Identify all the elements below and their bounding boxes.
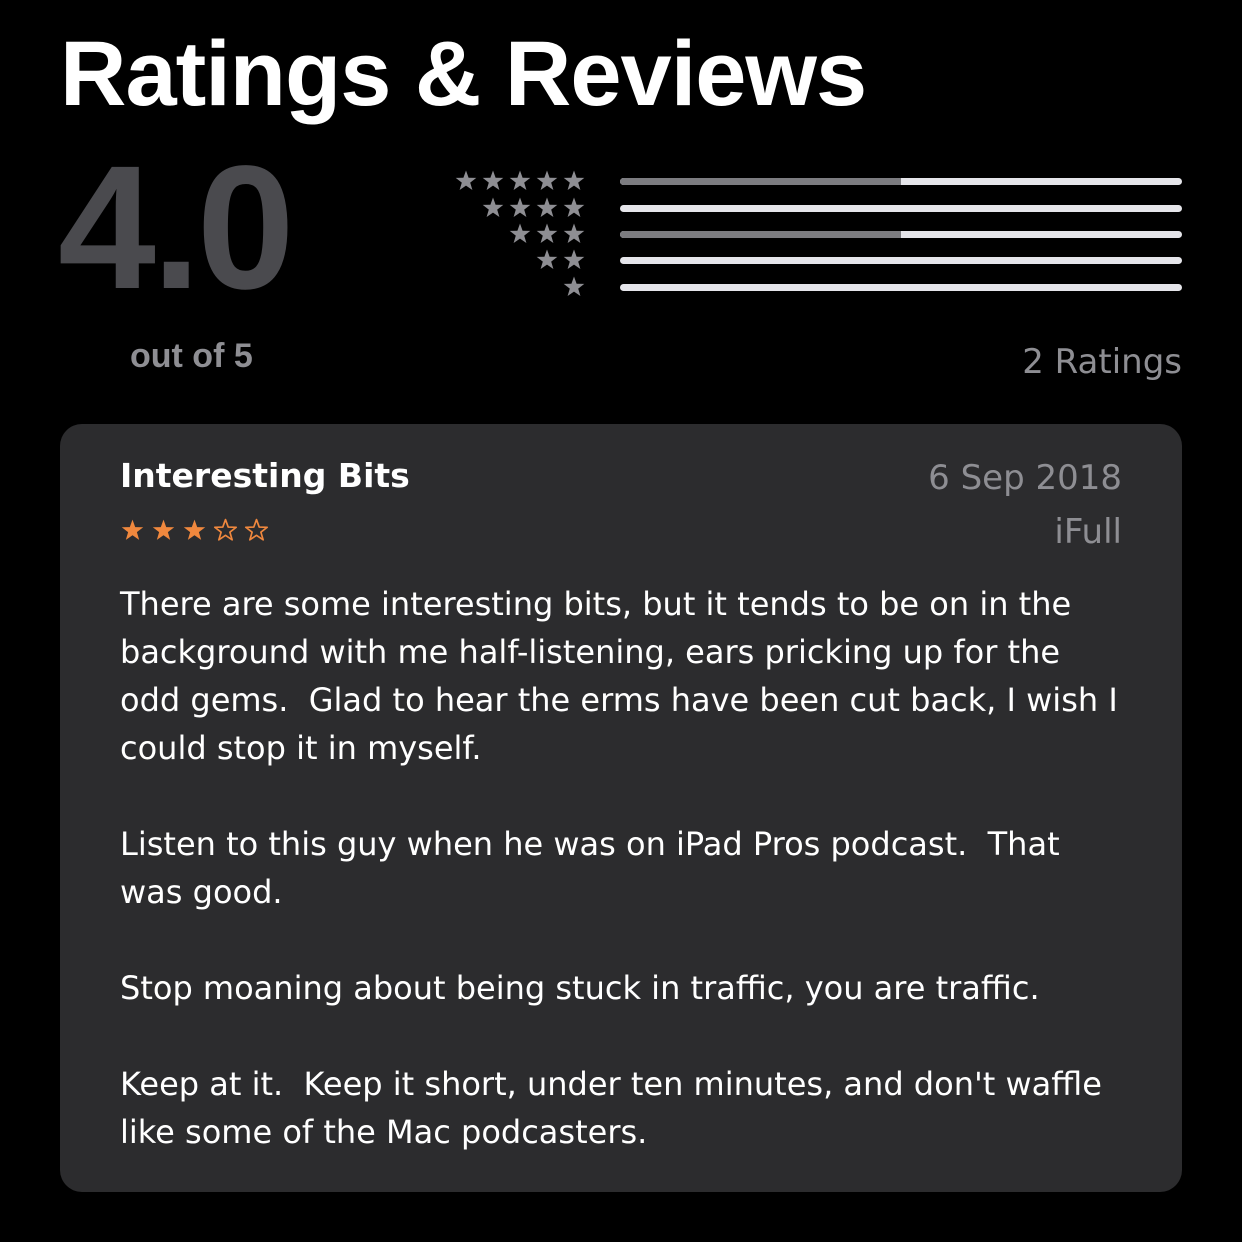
star-filled-icon	[183, 519, 206, 540]
star-outline-icon	[244, 518, 269, 541]
review-paragraph: Keep at it. Keep it short, under ten min…	[120, 1065, 1113, 1151]
histogram-bar	[620, 231, 1182, 238]
review-date: 6 Sep 2018	[928, 458, 1122, 498]
star-filled-icon	[482, 197, 504, 217]
star-filled-icon	[536, 170, 558, 190]
star-filled-icon	[563, 197, 585, 217]
average-rating: 4.0	[58, 130, 295, 326]
star-filled-icon	[509, 223, 531, 243]
star-filled-icon	[121, 519, 144, 540]
histogram-stars	[454, 168, 586, 194]
star-filled-icon	[482, 170, 504, 190]
star-filled-icon	[152, 519, 175, 540]
star-filled-icon	[563, 276, 585, 296]
rating-histogram	[430, 168, 1182, 308]
histogram-bar-fill	[620, 231, 901, 238]
histogram-row-5-stars	[430, 168, 1182, 194]
histogram-bar-fill	[620, 178, 901, 185]
histogram-bar	[620, 178, 1182, 185]
star-filled-icon	[509, 197, 531, 217]
ratings-count: 2 Ratings	[1022, 342, 1182, 382]
star-filled-icon	[455, 170, 477, 190]
review-paragraph: There are some interesting bits, but it …	[120, 585, 1128, 767]
star-filled-icon	[563, 249, 585, 269]
star-filled-icon	[536, 197, 558, 217]
histogram-stars	[508, 221, 586, 247]
histogram-stars	[535, 247, 586, 273]
review-body: There are some interesting bits, but it …	[120, 580, 1130, 1204]
histogram-row-4-stars	[430, 195, 1182, 221]
review-card[interactable]: Interesting Bits 6 Sep 2018 iFull There …	[60, 424, 1182, 1192]
star-outline-icon	[213, 518, 238, 541]
histogram-bar	[620, 257, 1182, 264]
star-filled-icon	[563, 223, 585, 243]
histogram-stars	[562, 274, 586, 300]
review-title: Interesting Bits	[120, 456, 410, 495]
histogram-row-3-stars	[430, 221, 1182, 247]
review-paragraph: Stop moaning about being stuck in traffi…	[120, 969, 1040, 1007]
histogram-bar	[620, 284, 1182, 291]
star-filled-icon	[563, 170, 585, 190]
star-filled-icon	[536, 249, 558, 269]
histogram-row-2-stars	[430, 247, 1182, 273]
review-star-rating	[120, 518, 269, 543]
star-filled-icon	[509, 170, 531, 190]
out-of-label: out of 5	[130, 337, 253, 375]
review-author: iFull	[1054, 512, 1122, 552]
star-filled-icon	[536, 223, 558, 243]
histogram-stars	[481, 195, 586, 221]
histogram-row-1-star	[430, 274, 1182, 300]
review-paragraph: Listen to this guy when he was on iPad P…	[120, 825, 1070, 911]
histogram-bar	[620, 205, 1182, 212]
page-title: Ratings & Reviews	[60, 23, 867, 125]
